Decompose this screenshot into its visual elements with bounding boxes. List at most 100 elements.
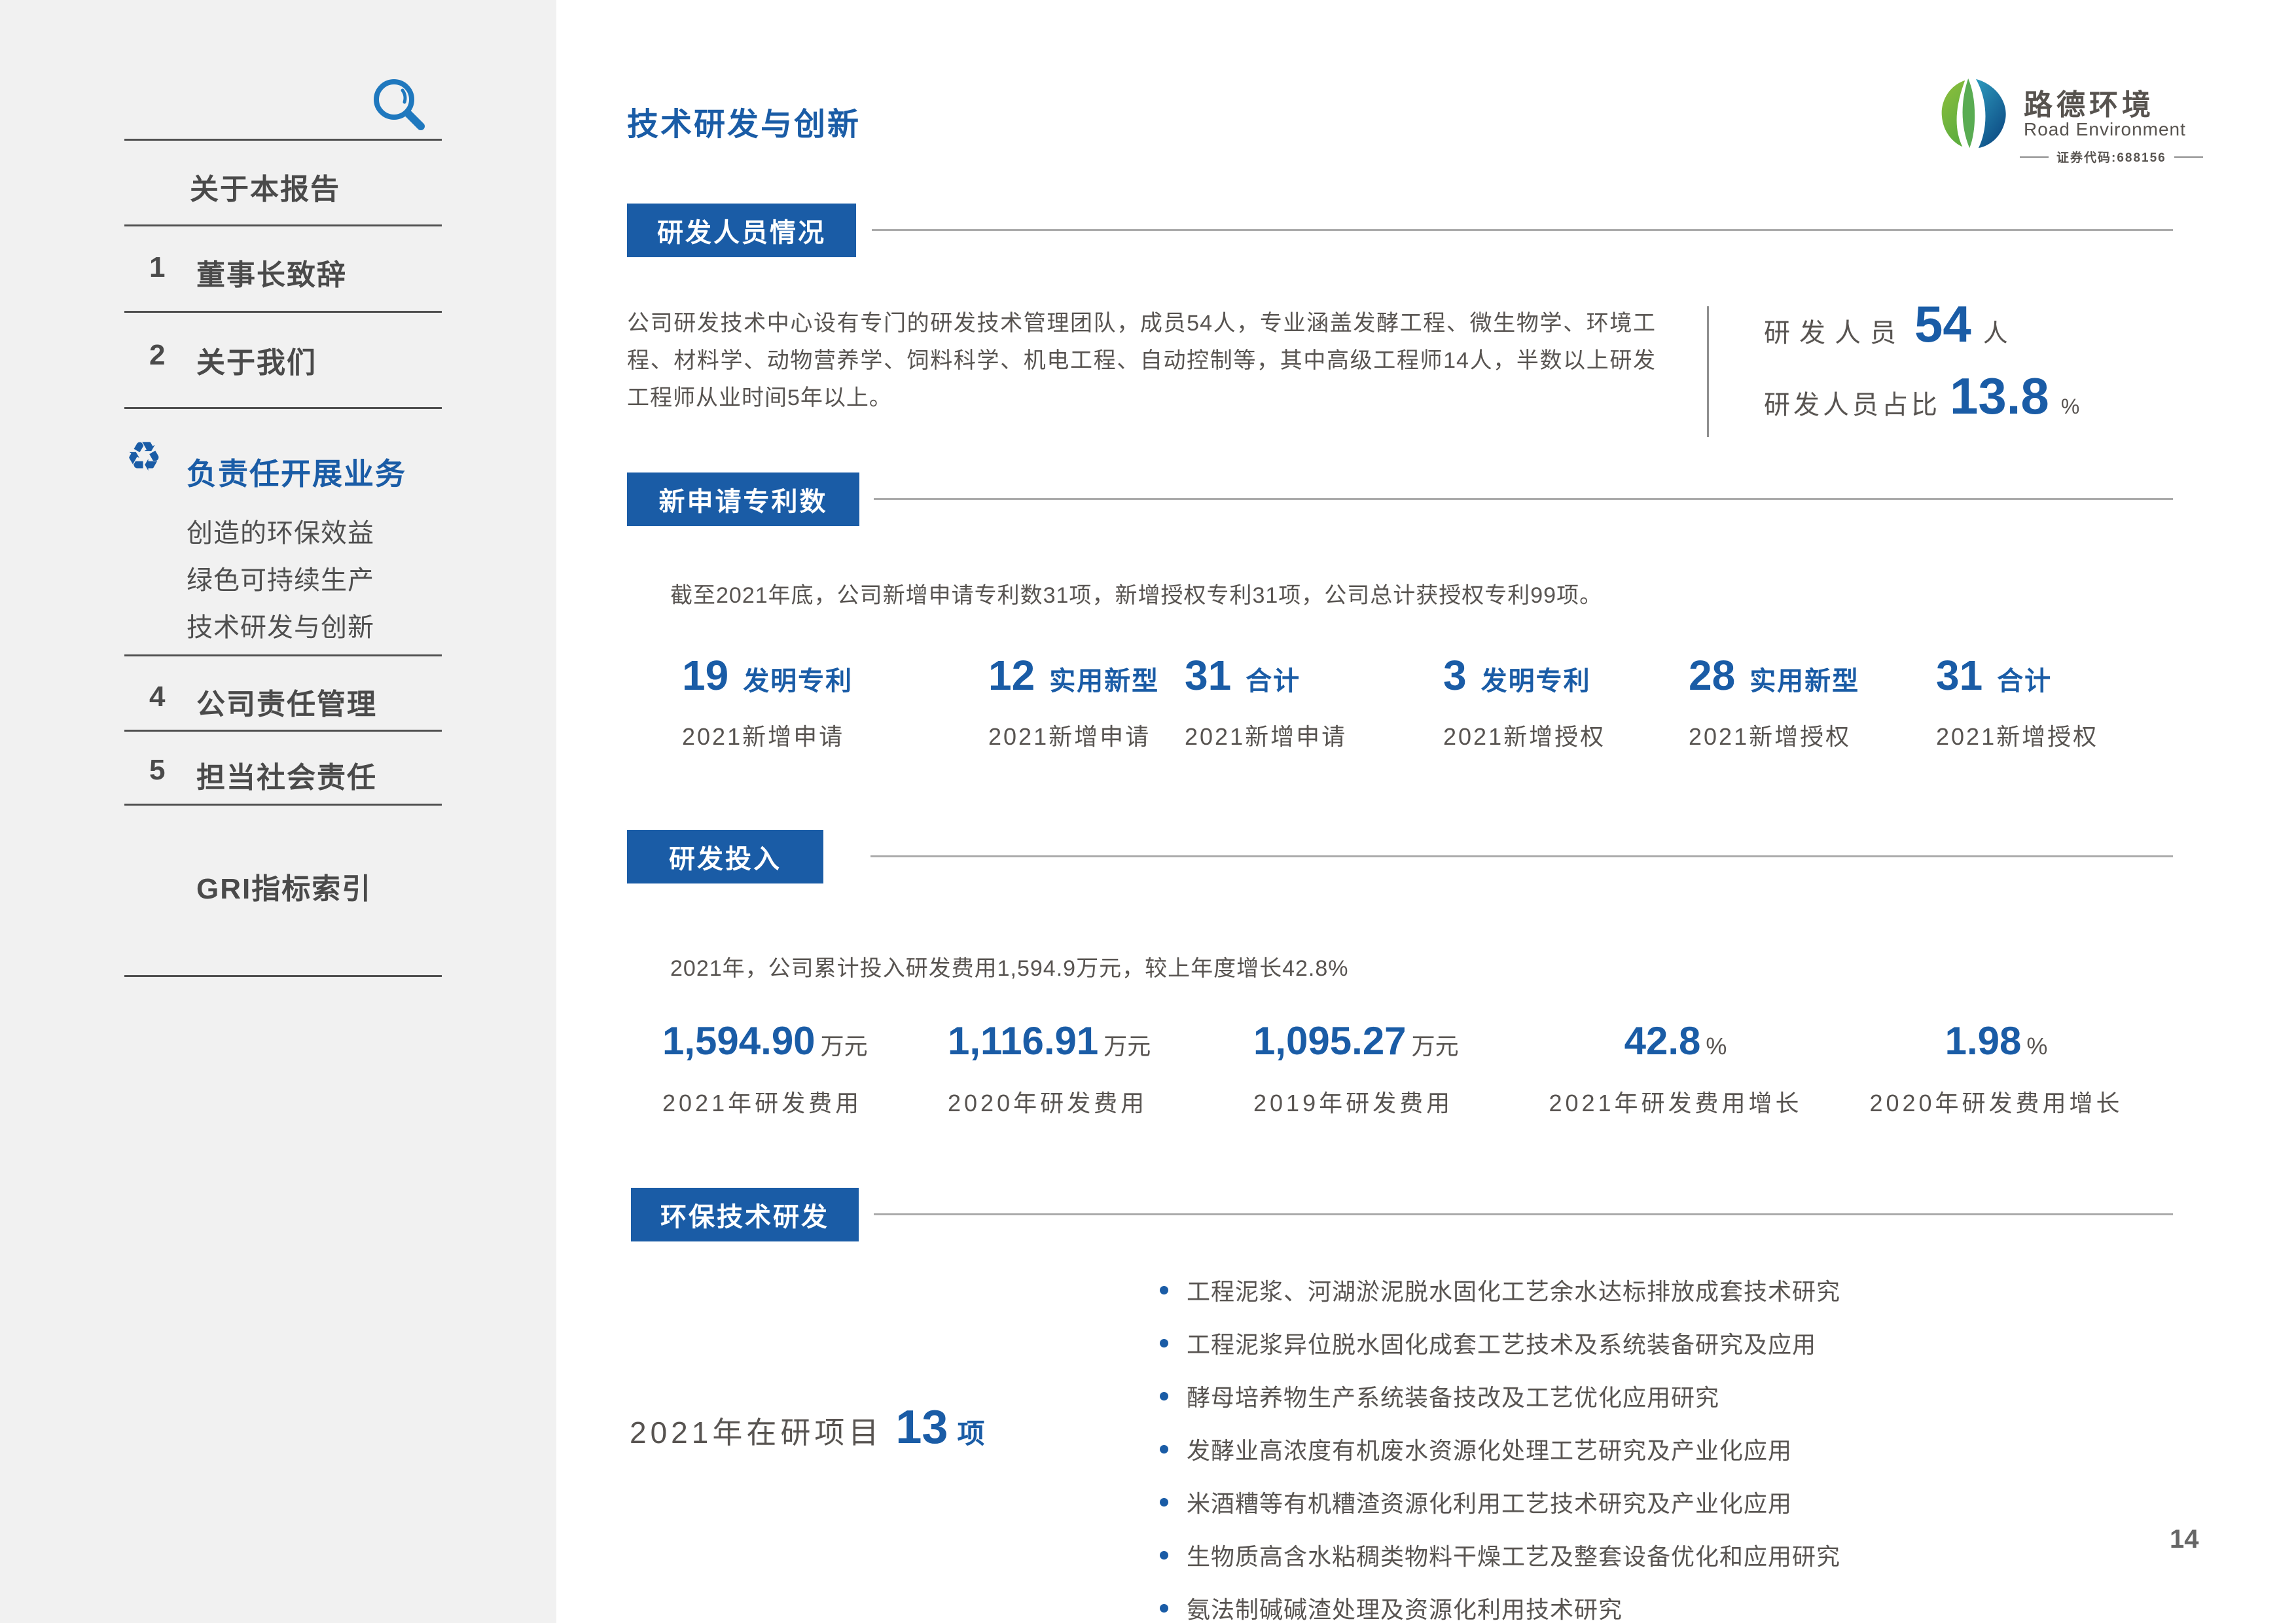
investment-stat: 1.98 % 2020年研发费用增长 [1787, 1018, 2206, 1118]
personnel-paragraph: 公司研发技术中心设有专门的研发技术管理团队，成员54人，专业涵盖发酵工程、微生物… [627, 305, 1656, 417]
sidebar-divider [124, 730, 442, 732]
company-logo-icon [1936, 76, 2013, 153]
stat-sublabel: 2021新增申请 [1185, 718, 1347, 752]
stat-value: 1,594.90 [662, 1018, 816, 1063]
bullet-icon [1160, 1339, 1168, 1347]
section-rule [874, 1213, 2173, 1215]
stat-unit: 万元 [1412, 1027, 1459, 1061]
page-title: 技术研发与创新 [627, 98, 861, 144]
stat-label: 发明专利 [743, 660, 853, 698]
stat-value: 28 [1689, 651, 1735, 700]
investment-paragraph: 2021年，公司累计投入研发费用1,594.9万元，较上年度增长42.8% [670, 950, 1348, 982]
project-text: 酵母培养物生产系统装备技改及工艺优化应用研究 [1187, 1379, 1719, 1413]
section-heading-env-tech: 环保技术研发 [631, 1188, 859, 1241]
sidebar-subitem-tech-rd-innovation[interactable]: 技术研发与创新 [187, 606, 374, 644]
sidebar-item-gri-index[interactable]: GRI指标索引 [196, 865, 372, 907]
sidebar-item-about-us[interactable]: 关于我们 [196, 339, 317, 381]
stat-value: 13.8 [1950, 366, 2049, 426]
stat-value: 1,095.27 [1253, 1018, 1407, 1063]
stat-rd-headcount: 研发人员 54 人 [1764, 294, 2008, 354]
stat-unit: 人 [1983, 313, 2008, 349]
sidebar-divider [124, 654, 442, 656]
project-text: 发酵业高浓度有机废水资源化处理工艺研究及产业化应用 [1187, 1432, 1792, 1466]
stat-unit: % [2026, 1033, 2047, 1060]
project-text: 米酒糟等有机糟渣资源化利用工艺技术研究及产业化应用 [1187, 1485, 1792, 1519]
section-heading-patents: 新申请专利数 [627, 473, 859, 526]
stat-label: 合计 [1246, 660, 1300, 698]
sidebar-divider [124, 311, 442, 313]
stock-code-text: 证券代码:688156 [2056, 148, 2166, 166]
stat-value: 19 [682, 651, 728, 700]
list-item: 工程泥浆、河湖淤泥脱水固化工艺余水达标排放成套技术研究 [1160, 1273, 1840, 1307]
list-item: 生物质高含水粘稠类物料干燥工艺及整套设备优化和应用研究 [1160, 1538, 1840, 1572]
stat-sublabel: 2021新增申请 [988, 718, 1159, 752]
vertical-divider [1707, 306, 1709, 437]
stock-code: 证券代码:688156 [2020, 148, 2203, 166]
stat-sublabel: 2020年研发费用 [948, 1084, 1151, 1118]
patent-stat: 28 实用新型 2021新增授权 [1689, 651, 1859, 752]
stat-value: 1,116.91 [948, 1018, 1098, 1063]
investment-stat: 1,594.90 万元 2021年研发费用 [662, 1018, 868, 1118]
bullet-icon [1160, 1551, 1168, 1560]
sidebar-item-about-report[interactable]: 关于本报告 [190, 166, 340, 207]
project-text: 工程泥浆异位脱水固化成套工艺技术及系统装备研究及应用 [1187, 1326, 1816, 1360]
bullet-icon [1160, 1286, 1168, 1294]
section-rule [872, 229, 2173, 231]
stat-value: 42.8 [1624, 1018, 1701, 1063]
stat-unit: % [2061, 395, 2079, 419]
search-icon[interactable] [361, 68, 427, 134]
patent-stat: 3 发明专利 2021新增授权 [1443, 651, 1605, 752]
patent-stat: 31 合计 2021新增申请 [1185, 651, 1347, 752]
bullet-icon [1160, 1604, 1168, 1613]
sidebar-item-responsibility-management[interactable]: 公司责任管理 [196, 681, 377, 722]
sidebar-divider [124, 139, 442, 141]
stat-label: 研发人员占比 [1764, 383, 1941, 421]
stat-unit: 万元 [821, 1027, 868, 1061]
section-rule [874, 498, 2173, 500]
stat-sublabel: 2019年研发费用 [1253, 1084, 1459, 1118]
section-heading-investment: 研发投入 [627, 830, 823, 883]
projects-list: 工程泥浆、河湖淤泥脱水固化工艺余水达标排放成套技术研究 工程泥浆异位脱水固化成套… [1160, 1273, 1840, 1623]
stat-sublabel: 2021新增申请 [682, 718, 853, 752]
stat-rd-ratio: 研发人员占比 13.8 % [1764, 366, 2079, 426]
bullet-icon [1160, 1445, 1168, 1454]
stat-label: 合计 [1997, 660, 2052, 698]
sidebar-subitem-environmental-benefits[interactable]: 创造的环保效益 [187, 512, 374, 550]
sidebar-item-responsible-business-active[interactable]: 负责任开展业务 [187, 450, 406, 493]
stat-value: 31 [1185, 651, 1231, 700]
stat-sublabel: 2021年研发费用 [662, 1084, 868, 1118]
section-heading-personnel: 研发人员情况 [627, 204, 856, 257]
stat-value: 1.98 [1945, 1018, 2022, 1063]
patent-stat: 19 发明专利 2021新增申请 [682, 651, 853, 752]
sidebar-item-social-responsibility[interactable]: 担当社会责任 [196, 754, 377, 796]
stat-label: 发明专利 [1481, 660, 1591, 698]
list-item: 米酒糟等有机糟渣资源化利用工艺技术研究及产业化应用 [1160, 1485, 1840, 1519]
sidebar-subitem-green-production[interactable]: 绿色可持续生产 [187, 559, 374, 597]
projects-count-unit: 项 [957, 1412, 984, 1452]
projects-count: 2021年在研项目 13 项 [630, 1400, 984, 1454]
project-text: 生物质高含水粘稠类物料干燥工艺及整套设备优化和应用研究 [1187, 1538, 1840, 1572]
bullet-icon [1160, 1392, 1168, 1400]
projects-count-prefix: 2021年在研项目 [630, 1409, 882, 1452]
sidebar-divider [124, 407, 442, 409]
company-name-cn: 路德环境 [2024, 81, 2155, 123]
report-page: 关于本报告 1 董事长致辞 2 关于我们 ♻ 负责任开展业务 创造的环保效益 绿… [0, 0, 2296, 1623]
investment-stat: 1,116.91 万元 2020年研发费用 [948, 1018, 1151, 1118]
patent-stat: 31 合计 2021新增授权 [1936, 651, 2098, 752]
section-rule [870, 855, 2173, 857]
stat-unit: 万元 [1103, 1027, 1151, 1061]
projects-count-value: 13 [895, 1400, 948, 1454]
stat-value: 54 [1914, 294, 1971, 354]
stat-label: 实用新型 [1749, 660, 1859, 698]
sidebar-item-number: 4 [149, 681, 165, 713]
sidebar-item-number: 2 [149, 339, 165, 372]
list-item: 工程泥浆异位脱水固化成套工艺技术及系统装备研究及应用 [1160, 1326, 1840, 1360]
sidebar-item-chairman-speech[interactable]: 董事长致辞 [196, 251, 347, 293]
stat-sublabel: 2021新增授权 [1936, 718, 2098, 752]
patents-paragraph: 截至2021年底，公司新增申请专利数31项，新增授权专利31项，公司总计获授权专… [670, 577, 1602, 609]
stat-sublabel: 2021新增授权 [1443, 718, 1605, 752]
project-text: 氨法制碱碱渣处理及资源化利用技术研究 [1187, 1591, 1623, 1623]
sidebar-item-number: 1 [149, 251, 165, 284]
page-number: 14 [2170, 1525, 2199, 1554]
sidebar-item-number: 5 [149, 754, 165, 787]
